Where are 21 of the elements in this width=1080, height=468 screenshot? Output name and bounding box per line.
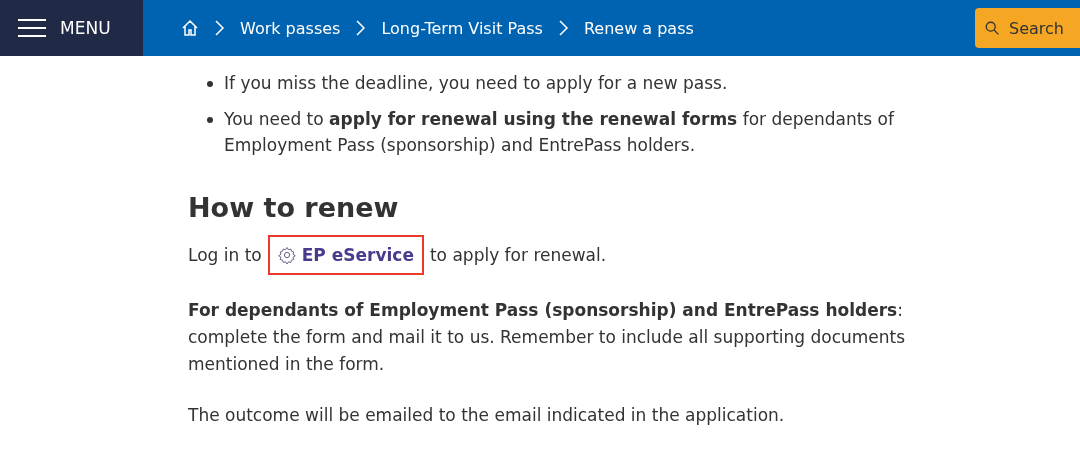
chevron-icon xyxy=(558,20,568,36)
paragraph: The outcome will be emailed to the email indicated in the application. xyxy=(188,404,786,427)
search-button[interactable]: Search xyxy=(975,8,1080,48)
home-icon[interactable] xyxy=(181,19,199,37)
bullet-icon xyxy=(207,117,213,123)
bullet-text: If you miss the deadline, you need to apply for a new pass. xyxy=(224,72,728,95)
gear-icon xyxy=(277,246,296,264)
breadcrumb-link[interactable]: Work passes xyxy=(240,18,341,38)
menu-button[interactable]: MENU xyxy=(0,0,143,56)
eservice-link[interactable]: EP eService xyxy=(267,235,424,275)
body-text: to apply for renewal. xyxy=(429,245,607,265)
chevron-icon xyxy=(356,20,366,36)
section-heading: How to renew xyxy=(188,192,400,223)
breadcrumb-link[interactable]: Renew a pass xyxy=(583,18,694,38)
body-text: Log in to xyxy=(188,245,262,265)
bullet-text: You need to apply for renewal using the renewal forms for dependants of Employment Pass (sponsorship) and EntrePass holders. xyxy=(224,108,896,157)
chevron-icon xyxy=(215,20,224,36)
bullet-icon xyxy=(207,81,213,87)
breadcrumb-link[interactable]: Long-Term Visit Pass xyxy=(381,18,543,38)
menu-icon xyxy=(18,19,46,37)
paragraph: For dependants of Employment Pass (sponsorship) and EntrePass holders: complete the form and mail it to us. Remember to include all supporting documents mentioned in the form. xyxy=(188,299,907,376)
